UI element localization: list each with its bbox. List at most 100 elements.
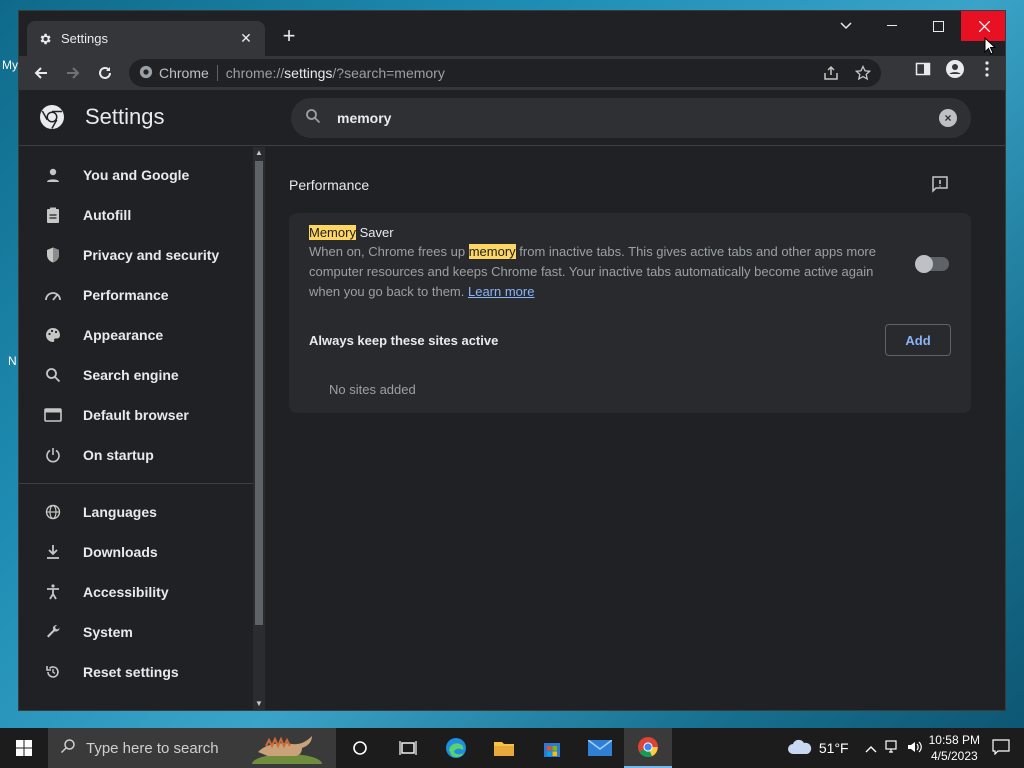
- sidebar-item-label: Downloads: [83, 544, 158, 560]
- back-arrow-icon[interactable]: [25, 59, 57, 87]
- bookmark-star-icon[interactable]: [851, 63, 875, 83]
- clear-search-icon[interactable]: ×: [939, 109, 957, 127]
- gear-icon: [37, 31, 53, 47]
- address-bar[interactable]: Chrome chrome:// settings /?search=memor…: [129, 59, 881, 87]
- forward-arrow-icon[interactable]: [57, 59, 89, 87]
- chrome-window: Settings ✕ + Chrome chrome:// settings /…: [18, 10, 1006, 711]
- weather-temperature[interactable]: 51°F: [819, 740, 849, 756]
- no-sites-text: No sites added: [329, 382, 416, 397]
- sidebar-item-label: Privacy and security: [83, 247, 220, 263]
- settings-page: Settings × You and Google Autofill P: [19, 90, 1005, 710]
- profile-icon[interactable]: [943, 59, 967, 79]
- settings-header: Settings ×: [19, 90, 1005, 146]
- download-icon: [43, 542, 63, 562]
- chrome-logo-icon: [139, 65, 153, 82]
- shield-icon: [43, 245, 63, 265]
- sidebar-item-appearance[interactable]: Appearance: [19, 315, 253, 355]
- desktop-icon-label[interactable]: N: [8, 354, 17, 368]
- add-site-button[interactable]: Add: [885, 324, 951, 356]
- notification-icon[interactable]: [992, 738, 1010, 758]
- chrome-taskbar-icon[interactable]: [624, 728, 672, 768]
- power-icon: [43, 445, 63, 465]
- sidebar-item-autofill[interactable]: Autofill: [19, 195, 253, 235]
- clock[interactable]: 10:58 PM 4/5/2023: [929, 732, 980, 764]
- tab-close-icon[interactable]: ✕: [237, 30, 255, 48]
- new-tab-button[interactable]: +: [277, 25, 301, 49]
- sidebar-item-system[interactable]: System: [19, 612, 253, 652]
- palette-icon: [43, 325, 63, 345]
- sidebar-item-accessibility[interactable]: Accessibility: [19, 572, 253, 612]
- sidebar-item-downloads[interactable]: Downloads: [19, 532, 253, 572]
- maximize-button[interactable]: [915, 11, 961, 41]
- sidebar-item-label: You and Google: [83, 167, 190, 183]
- browser-icon: [43, 405, 63, 425]
- scroll-thumb[interactable]: [255, 161, 263, 625]
- settings-search: ×: [291, 98, 971, 138]
- share-icon[interactable]: [819, 63, 843, 83]
- weather-cloud-icon[interactable]: [787, 739, 813, 758]
- more-menu-icon[interactable]: [975, 59, 999, 79]
- sidebar-item-performance[interactable]: Performance: [19, 275, 253, 315]
- mail-icon[interactable]: [576, 728, 624, 768]
- edge-icon[interactable]: [432, 728, 480, 768]
- accessibility-icon: [43, 582, 63, 602]
- settings-sidebar: You and Google Autofill Privacy and secu…: [19, 147, 253, 710]
- tab-settings[interactable]: Settings ✕: [27, 21, 265, 56]
- desc-part1: When on, Chrome frees up: [309, 244, 469, 259]
- sidebar-item-label: Performance: [83, 287, 169, 303]
- sidebar-scrollbar[interactable]: ▲ ▼: [253, 147, 265, 710]
- keep-sites-active-label: Always keep these sites active: [309, 332, 499, 348]
- memory-saver-description: When on, Chrome frees up memory from ina…: [309, 242, 885, 302]
- clipboard-icon: [43, 205, 63, 225]
- sidebar-item-you-and-google[interactable]: You and Google: [19, 155, 253, 195]
- sidebar-item-search-engine[interactable]: Search engine: [19, 355, 253, 395]
- system-tray: 51°F 10:58 PM 4/5/2023: [787, 728, 1024, 768]
- settings-main: Performance Memory Saver When on, Chrome…: [289, 147, 971, 413]
- person-icon: [43, 165, 63, 185]
- sidebar-item-label: Autofill: [83, 207, 132, 223]
- scroll-up-arrow-icon[interactable]: ▲: [255, 149, 263, 157]
- reset-icon: [43, 662, 63, 682]
- section-title: Performance: [289, 175, 971, 197]
- sidebar-item-reset-settings[interactable]: Reset settings: [19, 652, 253, 692]
- scroll-down-arrow-icon[interactable]: ▼: [255, 700, 263, 708]
- sidebar-divider: [19, 483, 253, 484]
- url-path: /?search=memory: [332, 65, 445, 81]
- task-view-icon[interactable]: [384, 728, 432, 768]
- search-highlight: Memory: [309, 225, 356, 240]
- tab-search-icon[interactable]: [823, 11, 869, 41]
- wrench-icon: [43, 622, 63, 642]
- search-input[interactable]: [337, 110, 939, 126]
- tab-title: Settings: [61, 31, 108, 46]
- learn-more-link[interactable]: Learn more: [468, 284, 534, 299]
- memory-saver-toggle[interactable]: [915, 255, 949, 273]
- network-icon[interactable]: [885, 739, 901, 757]
- search-icon: [60, 738, 76, 758]
- sidebar-item-label: Default browser: [83, 407, 189, 423]
- clock-date: 4/5/2023: [930, 749, 978, 763]
- section-title-text: Performance: [289, 177, 370, 193]
- page-title: Settings: [85, 104, 165, 129]
- reload-icon[interactable]: [89, 59, 121, 87]
- side-panel-icon[interactable]: [911, 59, 935, 79]
- feedback-icon[interactable]: [931, 175, 951, 195]
- desktop-icon-label[interactable]: My: [2, 58, 18, 72]
- sidebar-item-privacy[interactable]: Privacy and security: [19, 235, 253, 275]
- sidebar-item-label: Appearance: [83, 327, 164, 343]
- clock-time: 10:58 PM: [928, 733, 980, 747]
- file-explorer-icon[interactable]: [480, 728, 528, 768]
- sidebar-item-label: Search engine: [83, 367, 179, 383]
- chevron-up-icon[interactable]: [865, 741, 877, 756]
- taskbar-search[interactable]: Type here to search: [48, 728, 336, 768]
- volume-icon[interactable]: [907, 740, 923, 757]
- memory-saver-title: Memory Saver: [309, 225, 951, 240]
- cortana-icon[interactable]: [336, 728, 384, 768]
- sidebar-item-on-startup[interactable]: On startup: [19, 435, 253, 475]
- sidebar-item-label: On startup: [83, 447, 154, 463]
- memory-saver-card: Memory Saver When on, Chrome frees up me…: [289, 213, 971, 413]
- windows-start-icon[interactable]: [0, 728, 48, 768]
- minimize-button[interactable]: [869, 11, 915, 41]
- microsoft-store-icon[interactable]: [528, 728, 576, 768]
- sidebar-item-default-browser[interactable]: Default browser: [19, 395, 253, 435]
- sidebar-item-languages[interactable]: Languages: [19, 492, 253, 532]
